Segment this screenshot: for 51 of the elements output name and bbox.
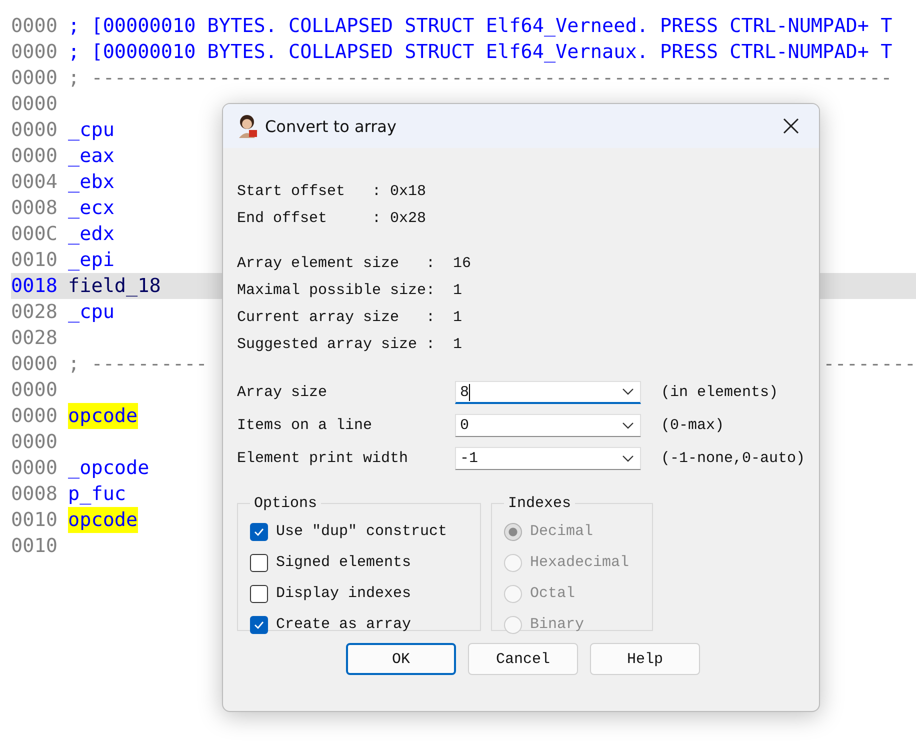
field-hint: (in elements) xyxy=(661,384,778,401)
line-offset: 0000 xyxy=(11,429,58,455)
group-title: Indexes xyxy=(507,495,572,512)
line-offset: 0010 xyxy=(11,533,58,559)
member-name: _ebx xyxy=(68,169,114,195)
member-name: p_fuc xyxy=(68,481,126,507)
dialog-title: Convert to array xyxy=(265,116,398,136)
line-offset: 0000 xyxy=(11,65,58,91)
line-offset: 0000 xyxy=(11,91,58,117)
member-name: opcode xyxy=(68,507,138,533)
separator-comment: ; --------------------------------------------------------------------- xyxy=(68,65,892,91)
info-text: End offset : 0x28 xyxy=(237,209,428,229)
line-offset: 0008 xyxy=(11,195,58,221)
line-offset: 0000 xyxy=(11,455,58,481)
line-offset: 0000 xyxy=(11,351,58,377)
info-text: Array element size : 16 xyxy=(237,254,472,274)
line-offset: 000C xyxy=(11,221,58,247)
separator-comment: -------- xyxy=(823,351,916,377)
member-name: _epi xyxy=(68,247,114,273)
info-text: Suggested array size : 1 xyxy=(237,335,464,355)
member-name: _cpu xyxy=(68,117,114,143)
line-offset: 0028 xyxy=(11,299,58,325)
member-name: _edx xyxy=(68,221,114,247)
member-name: _opcode xyxy=(68,455,150,481)
info-text: Start offset : 0x18 xyxy=(237,182,428,202)
member-name: field_18 xyxy=(68,273,161,299)
field-label: Array size xyxy=(237,384,328,401)
line-offset: 0000 xyxy=(11,13,58,39)
line-offset: 0000 xyxy=(11,117,58,143)
line-offset: 0008 xyxy=(11,481,58,507)
line-offset: 0000 xyxy=(11,403,58,429)
member-name: _eax xyxy=(68,143,114,169)
field-hint: (-1-none,0-auto) xyxy=(660,450,805,467)
member-name: _ecx xyxy=(68,195,114,221)
line-offset: 0000 xyxy=(11,39,58,65)
code-comment: ; [00000010 BYTES. COLLAPSED STRUCT Elf64_Verneed. PRESS CTRL-NUMPAD+ T xyxy=(68,13,892,39)
field-hint: (0-max) xyxy=(661,417,724,434)
line-offset: 0018 xyxy=(11,273,58,299)
separator-comment: ; ---------- xyxy=(68,351,208,377)
code-comment: ; [00000010 BYTES. COLLAPSED STRUCT Elf64_Vernaux. PRESS CTRL-NUMPAD+ T xyxy=(68,39,892,65)
member-name: opcode xyxy=(68,403,138,429)
field-label: Element print width xyxy=(237,450,410,467)
line-offset: 0000 xyxy=(11,143,58,169)
line-offset: 0010 xyxy=(11,507,58,533)
info-text: Maximal possible size: 1 xyxy=(237,281,464,301)
line-offset: 0004 xyxy=(11,169,58,195)
line-offset: 0010 xyxy=(11,247,58,273)
member-name: _cpu xyxy=(68,299,114,325)
info-text: Current array size : 1 xyxy=(237,308,464,328)
group-title: Options xyxy=(253,495,318,512)
field-label: Items on a line xyxy=(237,417,374,434)
